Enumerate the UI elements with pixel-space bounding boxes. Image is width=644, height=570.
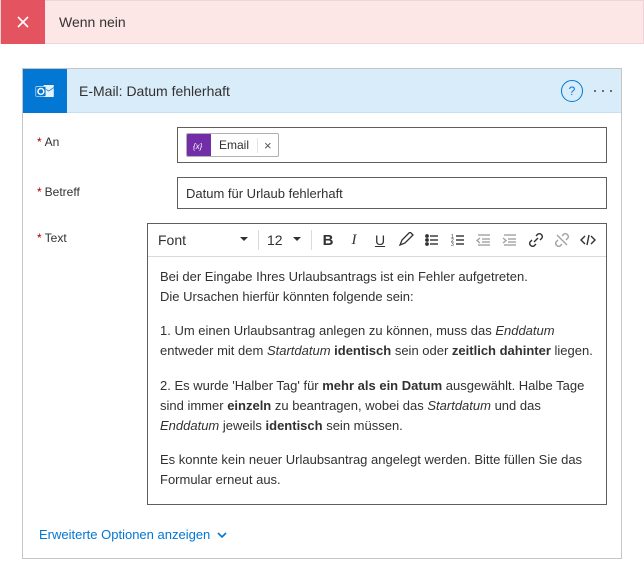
- condition-title: Wenn nein: [59, 14, 126, 30]
- indent-button[interactable]: [498, 228, 522, 252]
- svg-text:{x}: {x}: [193, 142, 203, 151]
- svg-text:3: 3: [451, 242, 454, 248]
- bullet-list-icon: [424, 232, 440, 248]
- to-input[interactable]: {x} Email ×: [177, 127, 607, 163]
- number-list-icon: 123: [450, 232, 466, 248]
- highlight-button[interactable]: [394, 228, 418, 252]
- bold-button[interactable]: B: [316, 228, 340, 252]
- indent-icon: [502, 232, 518, 248]
- body-textarea[interactable]: Bei der Eingabe Ihres Urlaubsantrags ist…: [148, 257, 606, 504]
- token-label: Email: [211, 138, 257, 152]
- outlook-icon: [23, 69, 67, 113]
- outdent-button[interactable]: [472, 228, 496, 252]
- bullets-button[interactable]: [420, 228, 444, 252]
- to-label: *An: [37, 127, 177, 149]
- body-label: *Text: [37, 223, 147, 245]
- chevron-down-icon: [216, 529, 228, 541]
- numbers-button[interactable]: 123: [446, 228, 470, 252]
- pen-icon: [398, 232, 414, 248]
- rte-toolbar: Font 12 B I: [148, 224, 606, 257]
- unlink-button[interactable]: [550, 228, 574, 252]
- condition-header: Wenn nein: [0, 0, 644, 44]
- italic-button[interactable]: I: [342, 228, 366, 252]
- subject-label: *Betreff: [37, 177, 177, 199]
- link-icon: [528, 232, 544, 248]
- caret-down-icon: [291, 232, 303, 248]
- email-action-card: E-Mail: Datum fehlerhaft ? ··· *An {x} E…: [22, 68, 622, 559]
- font-select[interactable]: Font: [154, 230, 254, 250]
- card-header[interactable]: E-Mail: Datum fehlerhaft ? ···: [23, 69, 621, 113]
- body-editor: Font 12 B I: [147, 223, 607, 505]
- link-button[interactable]: [524, 228, 548, 252]
- token-remove-button[interactable]: ×: [257, 138, 278, 153]
- help-button[interactable]: ?: [561, 80, 583, 102]
- codeview-button[interactable]: [576, 228, 600, 252]
- unlink-icon: [554, 232, 570, 248]
- subject-input[interactable]: Datum für Urlaub fehlerhaft: [177, 177, 607, 209]
- card-menu-button[interactable]: ···: [589, 80, 619, 101]
- fontsize-select[interactable]: 12: [263, 230, 307, 250]
- card-title: E-Mail: Datum fehlerhaft: [79, 83, 561, 99]
- outdent-icon: [476, 232, 492, 248]
- close-button[interactable]: [1, 0, 45, 44]
- fx-icon: {x}: [187, 133, 211, 157]
- advanced-options-toggle[interactable]: Erweiterte Optionen anzeigen: [37, 519, 230, 548]
- code-icon: [579, 232, 597, 248]
- underline-button[interactable]: U: [368, 228, 392, 252]
- close-icon: [15, 14, 31, 30]
- caret-down-icon: [238, 232, 250, 248]
- dynamic-token-email[interactable]: {x} Email ×: [186, 133, 279, 157]
